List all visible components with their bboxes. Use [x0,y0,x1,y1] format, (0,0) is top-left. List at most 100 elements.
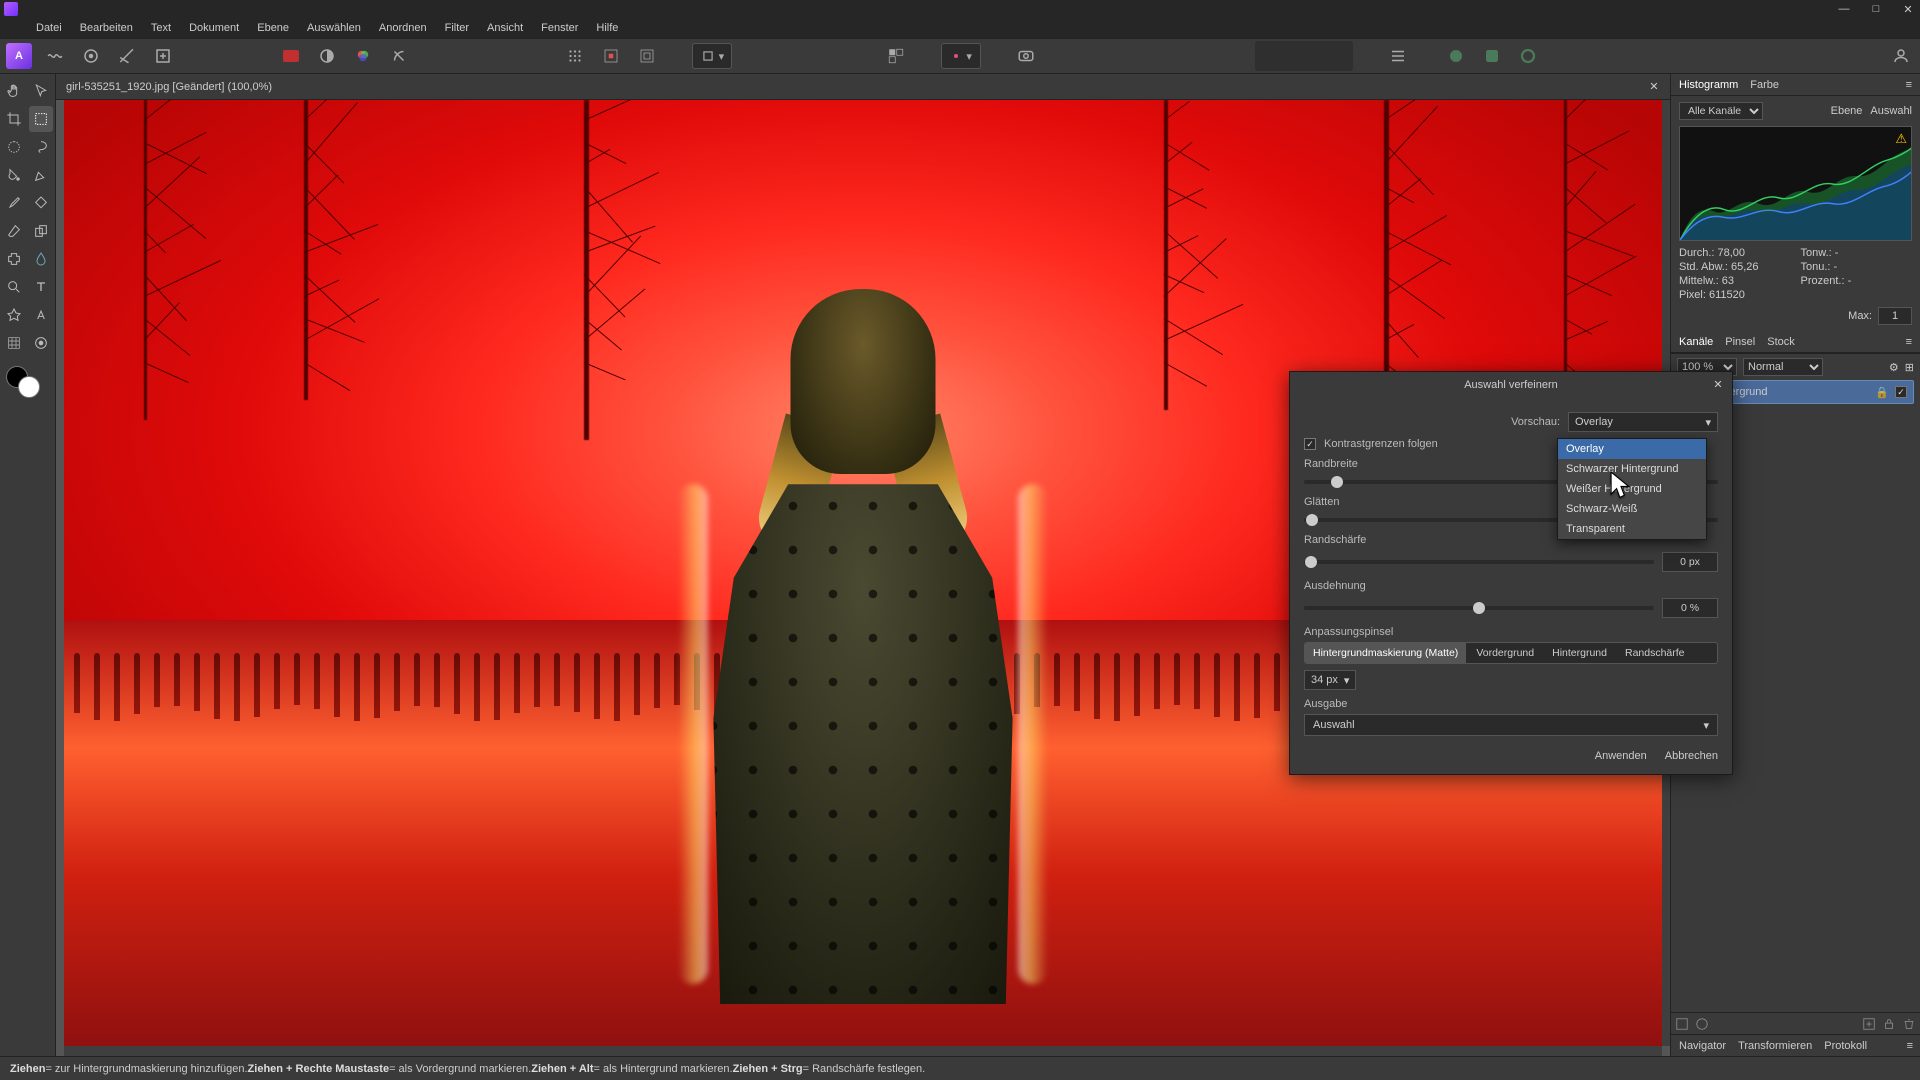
maximize-button[interactable]: □ [1868,3,1884,16]
move-tool-icon[interactable] [29,78,54,104]
feather-value[interactable]: 0 px [1662,552,1718,572]
text-tool-icon[interactable] [29,274,54,300]
fill-tool-icon[interactable] [29,190,54,216]
apply-button[interactable]: Anwenden [1595,750,1647,762]
flood-select-icon[interactable] [2,162,27,188]
align-center-icon[interactable] [1281,43,1303,69]
layer-gear-icon[interactable]: ⚙ [1889,361,1899,374]
panel-menu-icon[interactable]: ≡ [1906,79,1912,91]
menu-fenster[interactable]: Fenster [541,22,578,34]
lasso-tool-icon[interactable] [29,134,54,160]
smudge-tool-icon[interactable] [29,246,54,272]
heal-tool-icon[interactable] [2,246,27,272]
mesh-tool-icon[interactable] [2,330,27,356]
assist-dropdown[interactable]: ▾ [941,43,981,69]
expand-value[interactable]: 0 % [1662,598,1718,618]
preview-select[interactable]: Overlay▾ [1568,412,1718,432]
swatch-red-icon[interactable] [278,43,304,69]
align-left-icon[interactable] [1257,43,1279,69]
delete-icon[interactable] [1902,1017,1916,1031]
layer-visible-check[interactable]: ✓ [1895,386,1907,398]
grid-frame-icon[interactable] [634,43,660,69]
add-mask-icon[interactable] [1675,1017,1689,1031]
follow-edges-checkbox[interactable]: ✓ [1304,438,1316,450]
account-icon[interactable] [1888,43,1914,69]
quickmask-icon[interactable] [1013,43,1039,69]
dropdown-transparent[interactable]: Transparent [1558,519,1706,539]
seg-foreground[interactable]: Vordergrund [1468,643,1542,663]
menu-filter[interactable]: Filter [445,22,469,34]
tab-stock[interactable]: Stock [1767,336,1795,348]
horizontal-scrollbar[interactable] [64,1046,1662,1056]
shape-tool-icon[interactable] [2,302,27,328]
max-input[interactable] [1878,307,1912,325]
dropdown-overlay[interactable]: Overlay [1558,439,1706,459]
tab-pinsel[interactable]: Pinsel [1725,336,1755,348]
grid-dots-icon[interactable] [562,43,588,69]
brush-size-input[interactable]: 34 px▾ [1304,670,1356,690]
dropdown-schwarz-weiss[interactable]: Schwarz-Weiß [1558,499,1706,519]
tab-protokoll[interactable]: Protokoll [1824,1040,1867,1052]
hist-auswahl-button[interactable]: Auswahl [1870,105,1912,117]
layer-fx-icon[interactable]: ⊞ [1905,361,1914,374]
snapshot1-icon[interactable] [1443,43,1469,69]
seg-feather[interactable]: Randschärfe [1617,643,1693,663]
hand-tool-icon[interactable] [2,78,27,104]
document-tab[interactable]: girl-535251_1920.jpg [Geändert] (100,0%)… [56,74,1670,100]
color-picker-tool-icon[interactable] [29,330,54,356]
panel-menu-icon[interactable]: ≡ [1907,1040,1913,1052]
seg-background[interactable]: Hintergrund [1544,643,1615,663]
tab-transform[interactable]: Transformieren [1738,1040,1812,1052]
dialog-close-icon[interactable]: ✕ [1710,376,1726,392]
selection-brush-tool-icon[interactable] [29,106,54,132]
align-right-icon[interactable] [1305,43,1327,69]
develop-persona-icon[interactable] [78,43,104,69]
snapshot3-icon[interactable] [1515,43,1541,69]
brush-tool-icon[interactable] [2,190,27,216]
menu-ansicht[interactable]: Ansicht [487,22,523,34]
persona-icon[interactable]: A [6,43,32,69]
menu-auswaehlen[interactable]: Auswählen [307,22,361,34]
panel-menu-icon[interactable]: ≡ [1906,336,1912,348]
export-persona-icon[interactable] [150,43,176,69]
tab-kanaele[interactable]: Kanäle [1679,336,1713,348]
menu-text[interactable]: Text [151,22,171,34]
add-pixel-icon[interactable] [1862,1017,1876,1031]
autolevels-icon[interactable] [314,43,340,69]
minimize-button[interactable]: — [1836,3,1852,16]
close-tab-icon[interactable]: ✕ [1646,79,1662,95]
seg-matte[interactable]: Hintergrundmaskierung (Matte) [1305,643,1466,663]
clone-tool-icon[interactable] [29,218,54,244]
tab-navigator[interactable]: Navigator [1679,1040,1726,1052]
dropdown-weisser-hg[interactable]: Weißer Hintergrund [1558,479,1706,499]
art-text-tool-icon[interactable] [29,302,54,328]
grid-center-icon[interactable] [598,43,624,69]
menu-bearbeiten[interactable]: Bearbeiten [80,22,133,34]
autocolor-icon[interactable] [350,43,376,69]
expand-slider[interactable] [1304,606,1654,610]
hist-ebene-button[interactable]: Ebene [1831,105,1863,117]
close-button[interactable]: ✕ [1900,3,1916,16]
add-adj-icon[interactable] [1695,1017,1709,1031]
color-swatch[interactable] [2,364,53,404]
blend-mode-select[interactable]: Normal [1743,358,1823,376]
channel-select[interactable]: Alle Kanäle [1679,102,1763,120]
tone-map-persona-icon[interactable] [114,43,140,69]
snapshot2-icon[interactable] [1479,43,1505,69]
pen-tool-icon[interactable] [29,162,54,188]
autocontrast-icon[interactable] [386,43,412,69]
order-icon[interactable] [1385,43,1411,69]
output-select[interactable]: Auswahl▾ [1304,714,1718,736]
liquify-persona-icon[interactable] [42,43,68,69]
menu-datei[interactable]: Datei [36,22,62,34]
crop-ratio-dropdown[interactable]: ▾ [692,43,732,69]
align-more-icon[interactable] [1329,43,1351,69]
menu-dokument[interactable]: Dokument [189,22,239,34]
dodge-tool-icon[interactable] [2,274,27,300]
tab-histogram[interactable]: Histogramm [1679,79,1738,91]
crop-tool-icon[interactable] [2,106,27,132]
dropdown-schwarzer-hg[interactable]: Schwarzer Hintergrund [1558,459,1706,479]
cancel-button[interactable]: Abbrechen [1665,750,1718,762]
marquee-tool-icon[interactable] [2,134,27,160]
menu-ebene[interactable]: Ebene [257,22,289,34]
